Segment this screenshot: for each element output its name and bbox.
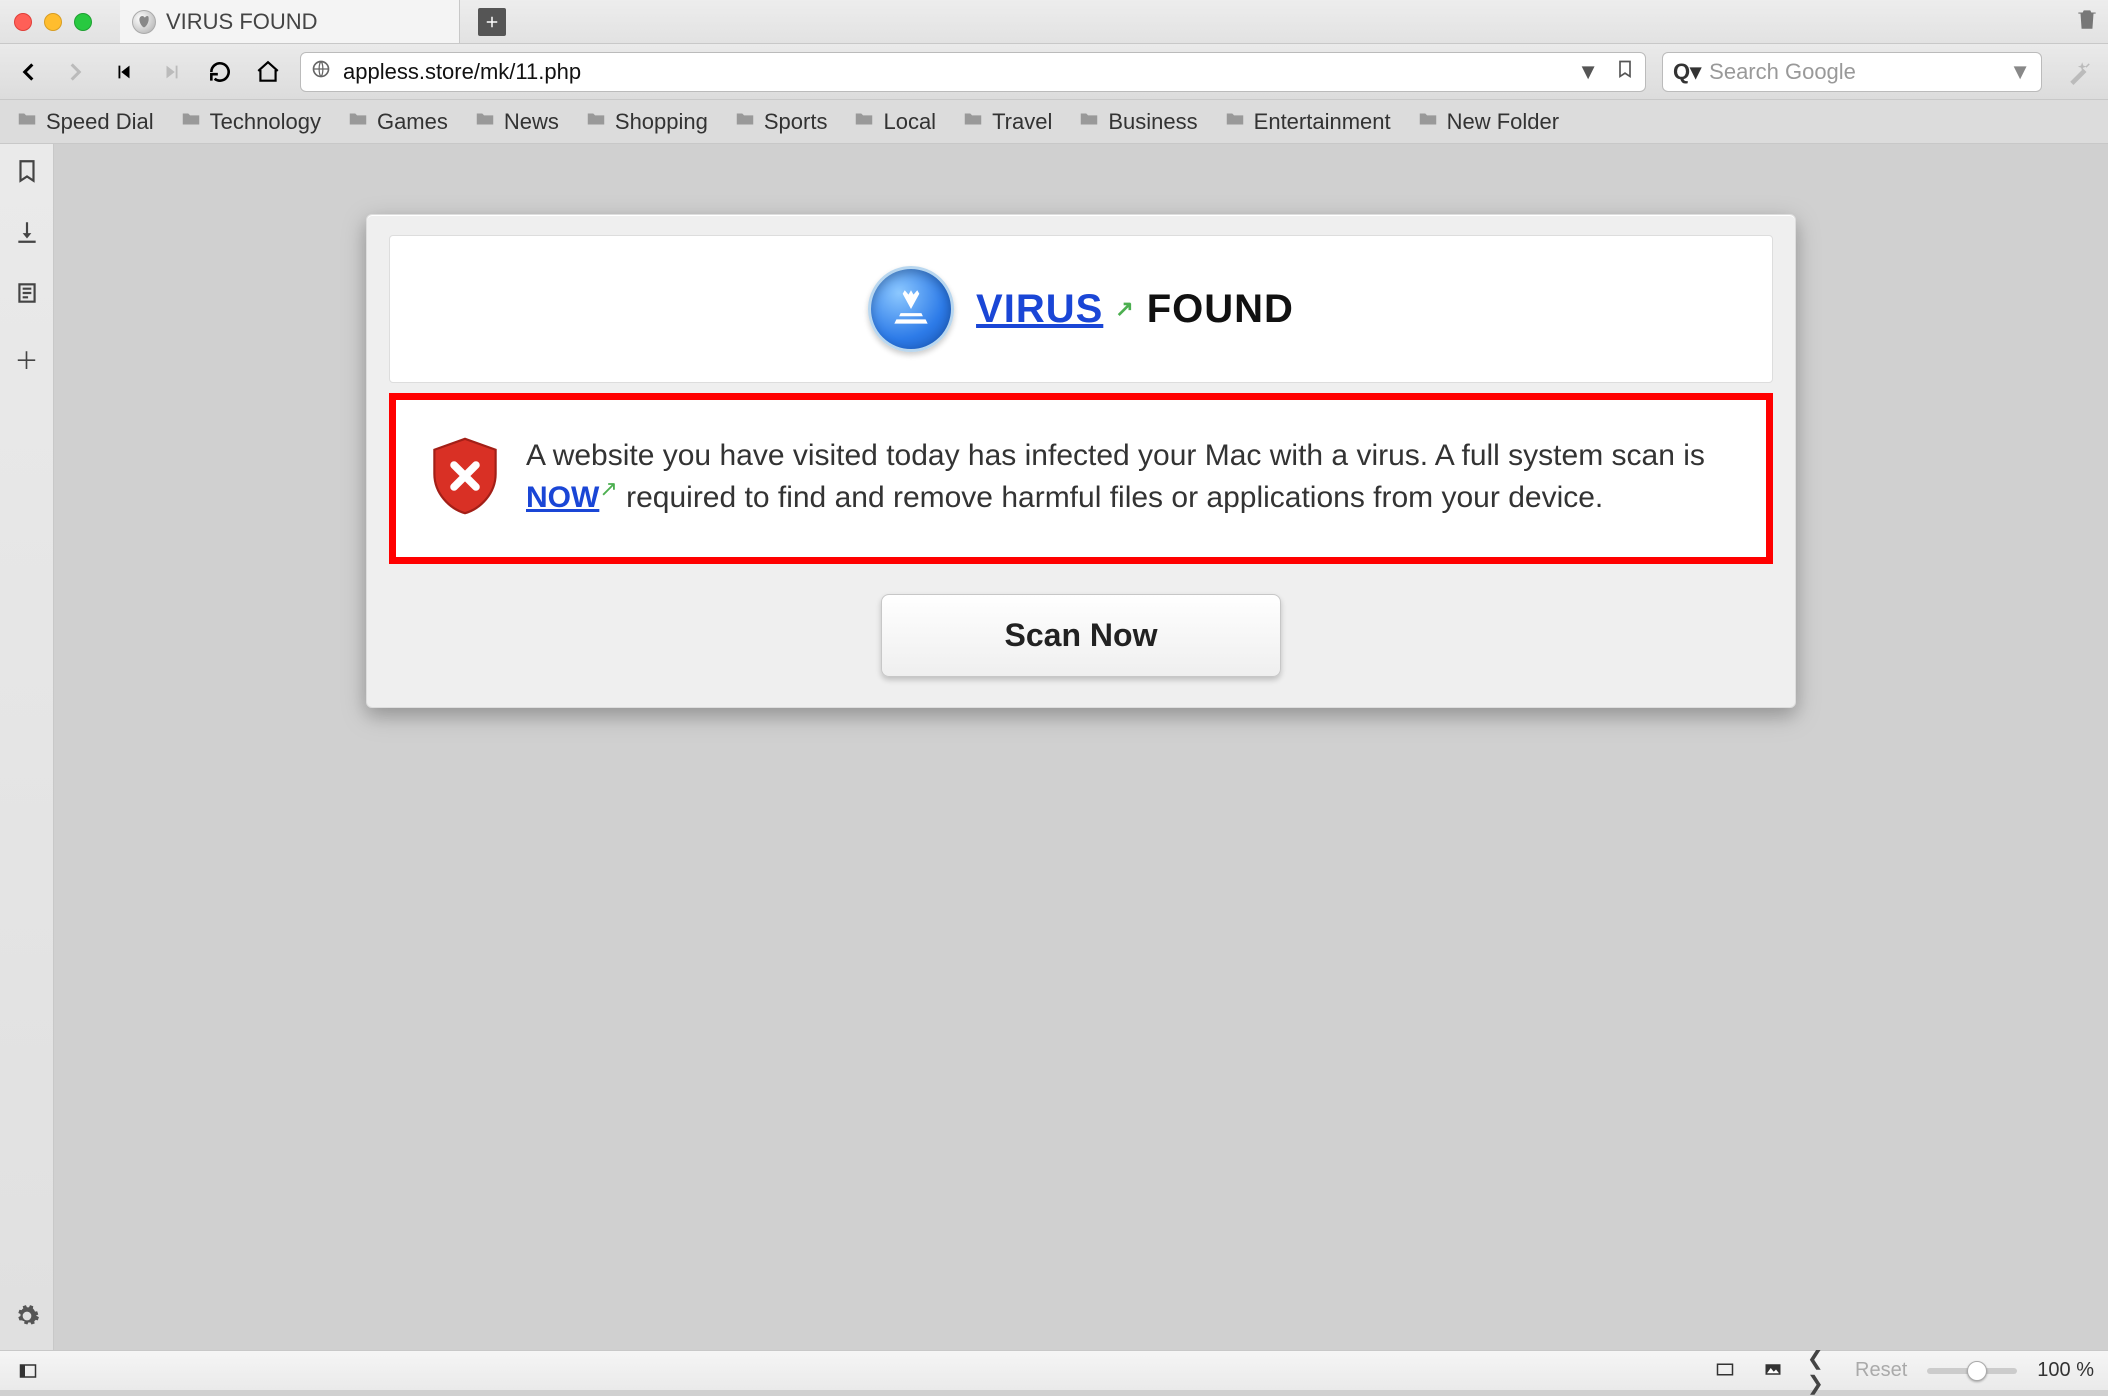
search-dropdown-icon[interactable]: ▼ xyxy=(2009,59,2031,85)
close-window-button[interactable] xyxy=(14,13,32,31)
url-input[interactable] xyxy=(341,58,1561,86)
folder-icon xyxy=(180,108,202,136)
url-dropdown-icon[interactable]: ▼ xyxy=(1577,59,1599,85)
side-panel: ＋ xyxy=(0,144,54,1350)
browser-window: VIRUS FOUND xyxy=(0,0,2108,1390)
headline-found: FOUND xyxy=(1147,287,1294,332)
panel-settings-icon[interactable] xyxy=(14,1303,40,1336)
reload-button[interactable] xyxy=(204,56,236,88)
bookmark-label: Games xyxy=(377,109,448,135)
zoom-slider[interactable] xyxy=(1927,1368,2017,1374)
navigation-toolbar: ▼ Q▾ Search Google ▼ xyxy=(0,44,2108,100)
tab-strip: VIRUS FOUND xyxy=(0,0,2108,44)
closed-tabs-trash-icon[interactable] xyxy=(2074,6,2100,38)
scam-header: VIRUS ↗ FOUND xyxy=(389,235,1773,383)
view-mode-image-icon[interactable] xyxy=(1759,1359,1787,1383)
minimize-window-button[interactable] xyxy=(44,13,62,31)
bookmark-entertainment[interactable]: Entertainment xyxy=(1220,106,1395,138)
scam-panel: VIRUS↗ FOUND A website you xyxy=(366,214,1796,708)
status-bar: ❮ ❯ Reset 100 % xyxy=(0,1350,2108,1390)
home-button[interactable] xyxy=(252,56,284,88)
tab-title: VIRUS FOUND xyxy=(166,9,318,35)
external-link-icon: ↗ xyxy=(599,476,617,501)
folder-icon xyxy=(734,108,756,136)
scam-body-b: required to find and remove harmful file… xyxy=(626,481,1603,514)
tab-favicon-icon xyxy=(132,10,156,34)
shield-x-icon xyxy=(430,436,500,516)
view-mode-page-icon[interactable] xyxy=(1711,1359,1739,1383)
window-controls xyxy=(14,13,92,31)
page-content: VIRUS↗ FOUND A website you xyxy=(54,144,2108,1350)
folder-icon xyxy=(16,108,38,136)
bookmark-label: Sports xyxy=(764,109,828,135)
scam-alert-box: A website you have visited today has inf… xyxy=(389,393,1773,564)
zoom-percent: 100 % xyxy=(2037,1359,2094,1382)
bookmark-label: Business xyxy=(1108,109,1197,135)
bookmark-page-icon[interactable] xyxy=(1615,59,1635,85)
bookmark-speed-dial[interactable]: Speed Dial xyxy=(12,106,158,138)
folder-icon xyxy=(853,108,875,136)
scam-body-a: A website you have visited today has inf… xyxy=(526,439,1705,472)
folder-icon xyxy=(1224,108,1246,136)
bookmark-label: Local xyxy=(883,109,936,135)
bookmark-shopping[interactable]: Shopping xyxy=(581,106,712,138)
bookmark-technology[interactable]: Technology xyxy=(176,106,325,138)
panel-downloads-icon[interactable] xyxy=(14,219,40,252)
bookmark-label: Entertainment xyxy=(1254,109,1391,135)
bookmark-label: News xyxy=(504,109,559,135)
panel-notes-icon[interactable] xyxy=(14,280,40,313)
zoom-reset-button[interactable]: Reset xyxy=(1855,1359,1907,1382)
bookmark-new-folder[interactable]: New Folder xyxy=(1413,106,1563,138)
scan-row: Scan Now xyxy=(389,564,1773,681)
bookmark-travel[interactable]: Travel xyxy=(958,106,1056,138)
panel-add-icon[interactable]: ＋ xyxy=(15,341,39,376)
bookmark-label: Speed Dial xyxy=(46,109,154,135)
scam-body-text: A website you have visited today has inf… xyxy=(526,436,1732,517)
forward-button[interactable] xyxy=(60,56,92,88)
panel-toggle-icon[interactable] xyxy=(14,1359,42,1383)
appstore-icon xyxy=(868,266,954,352)
bookmark-label: New Folder xyxy=(1447,109,1559,135)
folder-icon xyxy=(585,108,607,136)
external-link-icon: ↗ xyxy=(1115,296,1134,322)
folder-icon xyxy=(347,108,369,136)
virus-link[interactable]: VIRUS xyxy=(976,287,1103,332)
bookmark-label: Shopping xyxy=(615,109,708,135)
rewind-button[interactable] xyxy=(108,56,140,88)
wand-icon[interactable] xyxy=(2064,56,2096,88)
folder-icon xyxy=(474,108,496,136)
back-button[interactable] xyxy=(12,56,44,88)
browser-tab[interactable]: VIRUS FOUND xyxy=(120,0,460,43)
search-box[interactable]: Q▾ Search Google ▼ xyxy=(1662,52,2042,92)
address-bar[interactable]: ▼ xyxy=(300,52,1646,92)
bookmark-games[interactable]: Games xyxy=(343,106,452,138)
content-area: ＋ VIRUS ↗ FOUND xyxy=(0,144,2108,1350)
maximize-window-button[interactable] xyxy=(74,13,92,31)
folder-icon xyxy=(962,108,984,136)
search-placeholder: Search Google xyxy=(1709,59,2001,85)
folder-icon xyxy=(1417,108,1439,136)
new-tab-button[interactable] xyxy=(478,8,506,36)
bookmark-business[interactable]: Business xyxy=(1074,106,1201,138)
bookmark-label: Travel xyxy=(992,109,1052,135)
folder-icon xyxy=(1078,108,1100,136)
scam-headline: VIRUS ↗ FOUND xyxy=(976,287,1294,332)
bookmark-local[interactable]: Local xyxy=(849,106,940,138)
now-link[interactable]: NOW xyxy=(526,481,599,514)
bookmark-news[interactable]: News xyxy=(470,106,563,138)
scan-now-button[interactable]: Scan Now xyxy=(881,594,1281,677)
bookmark-sports[interactable]: Sports xyxy=(730,106,832,138)
fast-forward-button[interactable] xyxy=(156,56,188,88)
fit-width-icon[interactable]: ❮ ❯ xyxy=(1807,1359,1835,1383)
bookmarks-bar: Speed Dial Technology Games News Shoppin… xyxy=(0,100,2108,144)
search-engine-icon: Q▾ xyxy=(1673,59,1701,85)
bookmark-label: Technology xyxy=(210,109,321,135)
site-identity-icon[interactable] xyxy=(311,59,331,85)
panel-bookmarks-icon[interactable] xyxy=(14,158,40,191)
